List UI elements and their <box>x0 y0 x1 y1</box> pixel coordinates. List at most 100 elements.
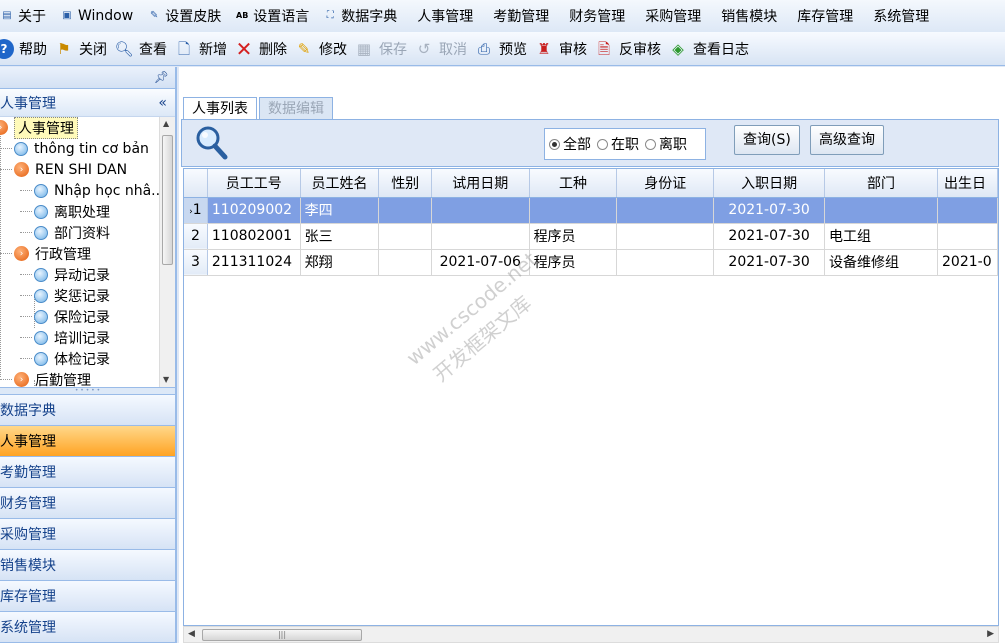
table-row[interactable]: 3 211311024 郑翔 2021-07-06 程序员 2021-07-30… <box>184 249 998 276</box>
scroll-thumb[interactable]: ||| <box>202 629 362 641</box>
cell-job-type[interactable] <box>529 197 618 224</box>
column-header[interactable]: 出生日 <box>937 169 998 198</box>
column-header[interactable]: 试用日期 <box>431 169 530 198</box>
tree-node-leaf[interactable]: thông tin cơ bản <box>0 138 175 159</box>
cell-job-type[interactable]: 程序员 <box>529 223 618 250</box>
column-header[interactable]: 部门 <box>824 169 939 198</box>
tree-vertical-scrollbar[interactable]: ▲ ▼ <box>159 117 175 387</box>
nav-dictionary[interactable]: 数据字典 <box>0 395 175 426</box>
menu-about[interactable]: ▤ 关于 <box>0 0 56 32</box>
tree-node-group[interactable]: › REN SHI DAN <box>0 159 175 180</box>
cell-id-card[interactable] <box>616 223 715 250</box>
panel-splitter[interactable]: • • • • • <box>0 387 175 395</box>
cell-birth-date[interactable]: 2021-0 <box>937 249 998 276</box>
menu-language[interactable]: AB 设置语言 <box>231 0 319 32</box>
grid-horizontal-scrollbar[interactable]: ◀ ||| ▶ <box>183 626 999 643</box>
cell-emp-name[interactable]: 张三 <box>300 223 380 250</box>
cell-trial-date[interactable]: 2021-07-06 <box>431 249 530 276</box>
cell-trial-date[interactable] <box>431 197 530 224</box>
cell-department[interactable] <box>824 197 939 224</box>
save-button[interactable]: ▦ 保存 <box>354 34 414 64</box>
row-number[interactable]: 3 <box>184 249 208 276</box>
collapse-icon[interactable]: « <box>158 95 167 111</box>
row-number[interactable]: ›1 <box>184 197 208 224</box>
cell-hire-date[interactable]: 2021-07-30 <box>713 249 826 276</box>
nav-purchase[interactable]: 采购管理 <box>0 519 175 550</box>
menu-dictionary[interactable]: ⛶ 数据字典 <box>319 0 407 32</box>
tree-node-leaf[interactable]: 体检记录 <box>0 348 175 369</box>
tree-title-bar[interactable]: 人事管理 « <box>0 89 175 117</box>
delete-button[interactable]: ✕ 删除 <box>234 34 294 64</box>
nav-inventory[interactable]: 库存管理 <box>0 581 175 612</box>
audit-button[interactable]: ♜ 审核 <box>534 34 594 64</box>
cell-trial-date[interactable] <box>431 223 530 250</box>
tree-node-leaf[interactable]: 奖惩记录 <box>0 285 175 306</box>
cancel-button[interactable]: ↺ 取消 <box>414 34 474 64</box>
expand-group-icon[interactable]: › <box>14 162 29 177</box>
menu-attendance[interactable]: 考勤管理 <box>483 0 559 32</box>
nav-finance[interactable]: 财务管理 <box>0 488 175 519</box>
scroll-up-icon[interactable]: ▲ <box>163 119 169 128</box>
menu-system[interactable]: 系统管理 <box>863 0 939 32</box>
row-number[interactable]: 2 <box>184 223 208 250</box>
tab-data-edit[interactable]: 数据编辑 <box>259 97 333 119</box>
nav-sales[interactable]: 销售模块 <box>0 550 175 581</box>
expand-group-icon[interactable]: › <box>14 246 29 261</box>
menu-window[interactable]: ▣ Window <box>56 0 143 32</box>
cell-id-card[interactable] <box>616 197 715 224</box>
tab-employee-list[interactable]: 人事列表 <box>183 97 257 119</box>
tree-node-leaf[interactable]: 保险记录 <box>0 306 175 327</box>
menu-skin[interactable]: ✎ 设置皮肤 <box>143 0 231 32</box>
cell-emp-id[interactable]: 211311024 <box>207 249 301 276</box>
cell-gender[interactable] <box>378 223 432 250</box>
filter-active-radio[interactable]: 在职 <box>597 134 639 154</box>
column-header[interactable]: 员工姓名 <box>300 169 380 198</box>
column-header[interactable]: 性别 <box>378 169 432 198</box>
column-header[interactable]: 入职日期 <box>713 169 826 198</box>
cell-job-type[interactable]: 程序员 <box>529 249 618 276</box>
edit-button[interactable]: ✎ 修改 <box>294 34 354 64</box>
menu-inventory[interactable]: 库存管理 <box>787 0 863 32</box>
column-header[interactable]: 员工工号 <box>207 169 301 198</box>
cell-hire-date[interactable]: 2021-07-30 <box>713 223 826 250</box>
menu-finance[interactable]: 财务管理 <box>559 0 635 32</box>
column-header[interactable]: 身份证 <box>616 169 715 198</box>
tree-node-group[interactable]: › 行政管理 <box>0 243 175 264</box>
help-button[interactable]: ? 帮助 <box>0 34 54 64</box>
column-header[interactable]: 工种 <box>529 169 618 198</box>
scroll-down-icon[interactable]: ▼ <box>163 375 169 384</box>
nav-hr[interactable]: 人事管理 <box>0 426 175 457</box>
tree-node-leaf[interactable]: Nhập học nhâ... <box>0 180 175 201</box>
tree-node-group[interactable]: ›人事管理 <box>0 117 175 139</box>
scroll-right-icon[interactable]: ▶ <box>987 629 994 639</box>
advanced-query-button[interactable]: 高级查询 <box>810 125 884 155</box>
nav-system[interactable]: 系统管理 <box>0 612 175 643</box>
menu-sales[interactable]: 销售模块 <box>711 0 787 32</box>
tree-node-leaf[interactable]: 部门资料 <box>0 222 175 243</box>
cell-hire-date[interactable]: 2021-07-30 <box>713 197 826 224</box>
pin-icon[interactable]: 📌︎ <box>154 70 169 84</box>
cell-gender[interactable] <box>378 249 432 276</box>
cell-emp-id[interactable]: 110802001 <box>207 223 301 250</box>
add-button[interactable]: 🗋 新增 <box>174 34 234 64</box>
cell-emp-name[interactable]: 李四 <box>300 197 380 224</box>
unaudit-button[interactable]: 🗎 反审核 <box>594 34 668 64</box>
view-button[interactable]: 🔍︎ 查看 <box>114 34 174 64</box>
table-row[interactable]: 2 110802001 张三 程序员 2021-07-30 电工组 <box>184 223 998 250</box>
query-button[interactable]: 查询(S) <box>734 125 800 155</box>
cell-emp-name[interactable]: 郑翔 <box>300 249 380 276</box>
cell-emp-id[interactable]: 110209002 <box>207 197 301 224</box>
cell-birth-date[interactable] <box>937 197 998 224</box>
preview-button[interactable]: ⎙ 预览 <box>474 34 534 64</box>
tree-node-leaf[interactable]: 异动记录 <box>0 264 175 285</box>
cell-id-card[interactable] <box>616 249 715 276</box>
scroll-thumb[interactable] <box>162 135 173 265</box>
filter-left-radio[interactable]: 离职 <box>645 134 687 154</box>
filter-all-radio[interactable]: 全部 <box>549 134 591 154</box>
menu-purchase[interactable]: 采购管理 <box>635 0 711 32</box>
menu-hr[interactable]: 人事管理 <box>407 0 483 32</box>
cell-birth-date[interactable] <box>937 223 998 250</box>
view-log-button[interactable]: ◈ 查看日志 <box>668 34 756 64</box>
scroll-left-icon[interactable]: ◀ <box>188 629 195 639</box>
expand-group-icon[interactable]: › <box>0 120 8 135</box>
